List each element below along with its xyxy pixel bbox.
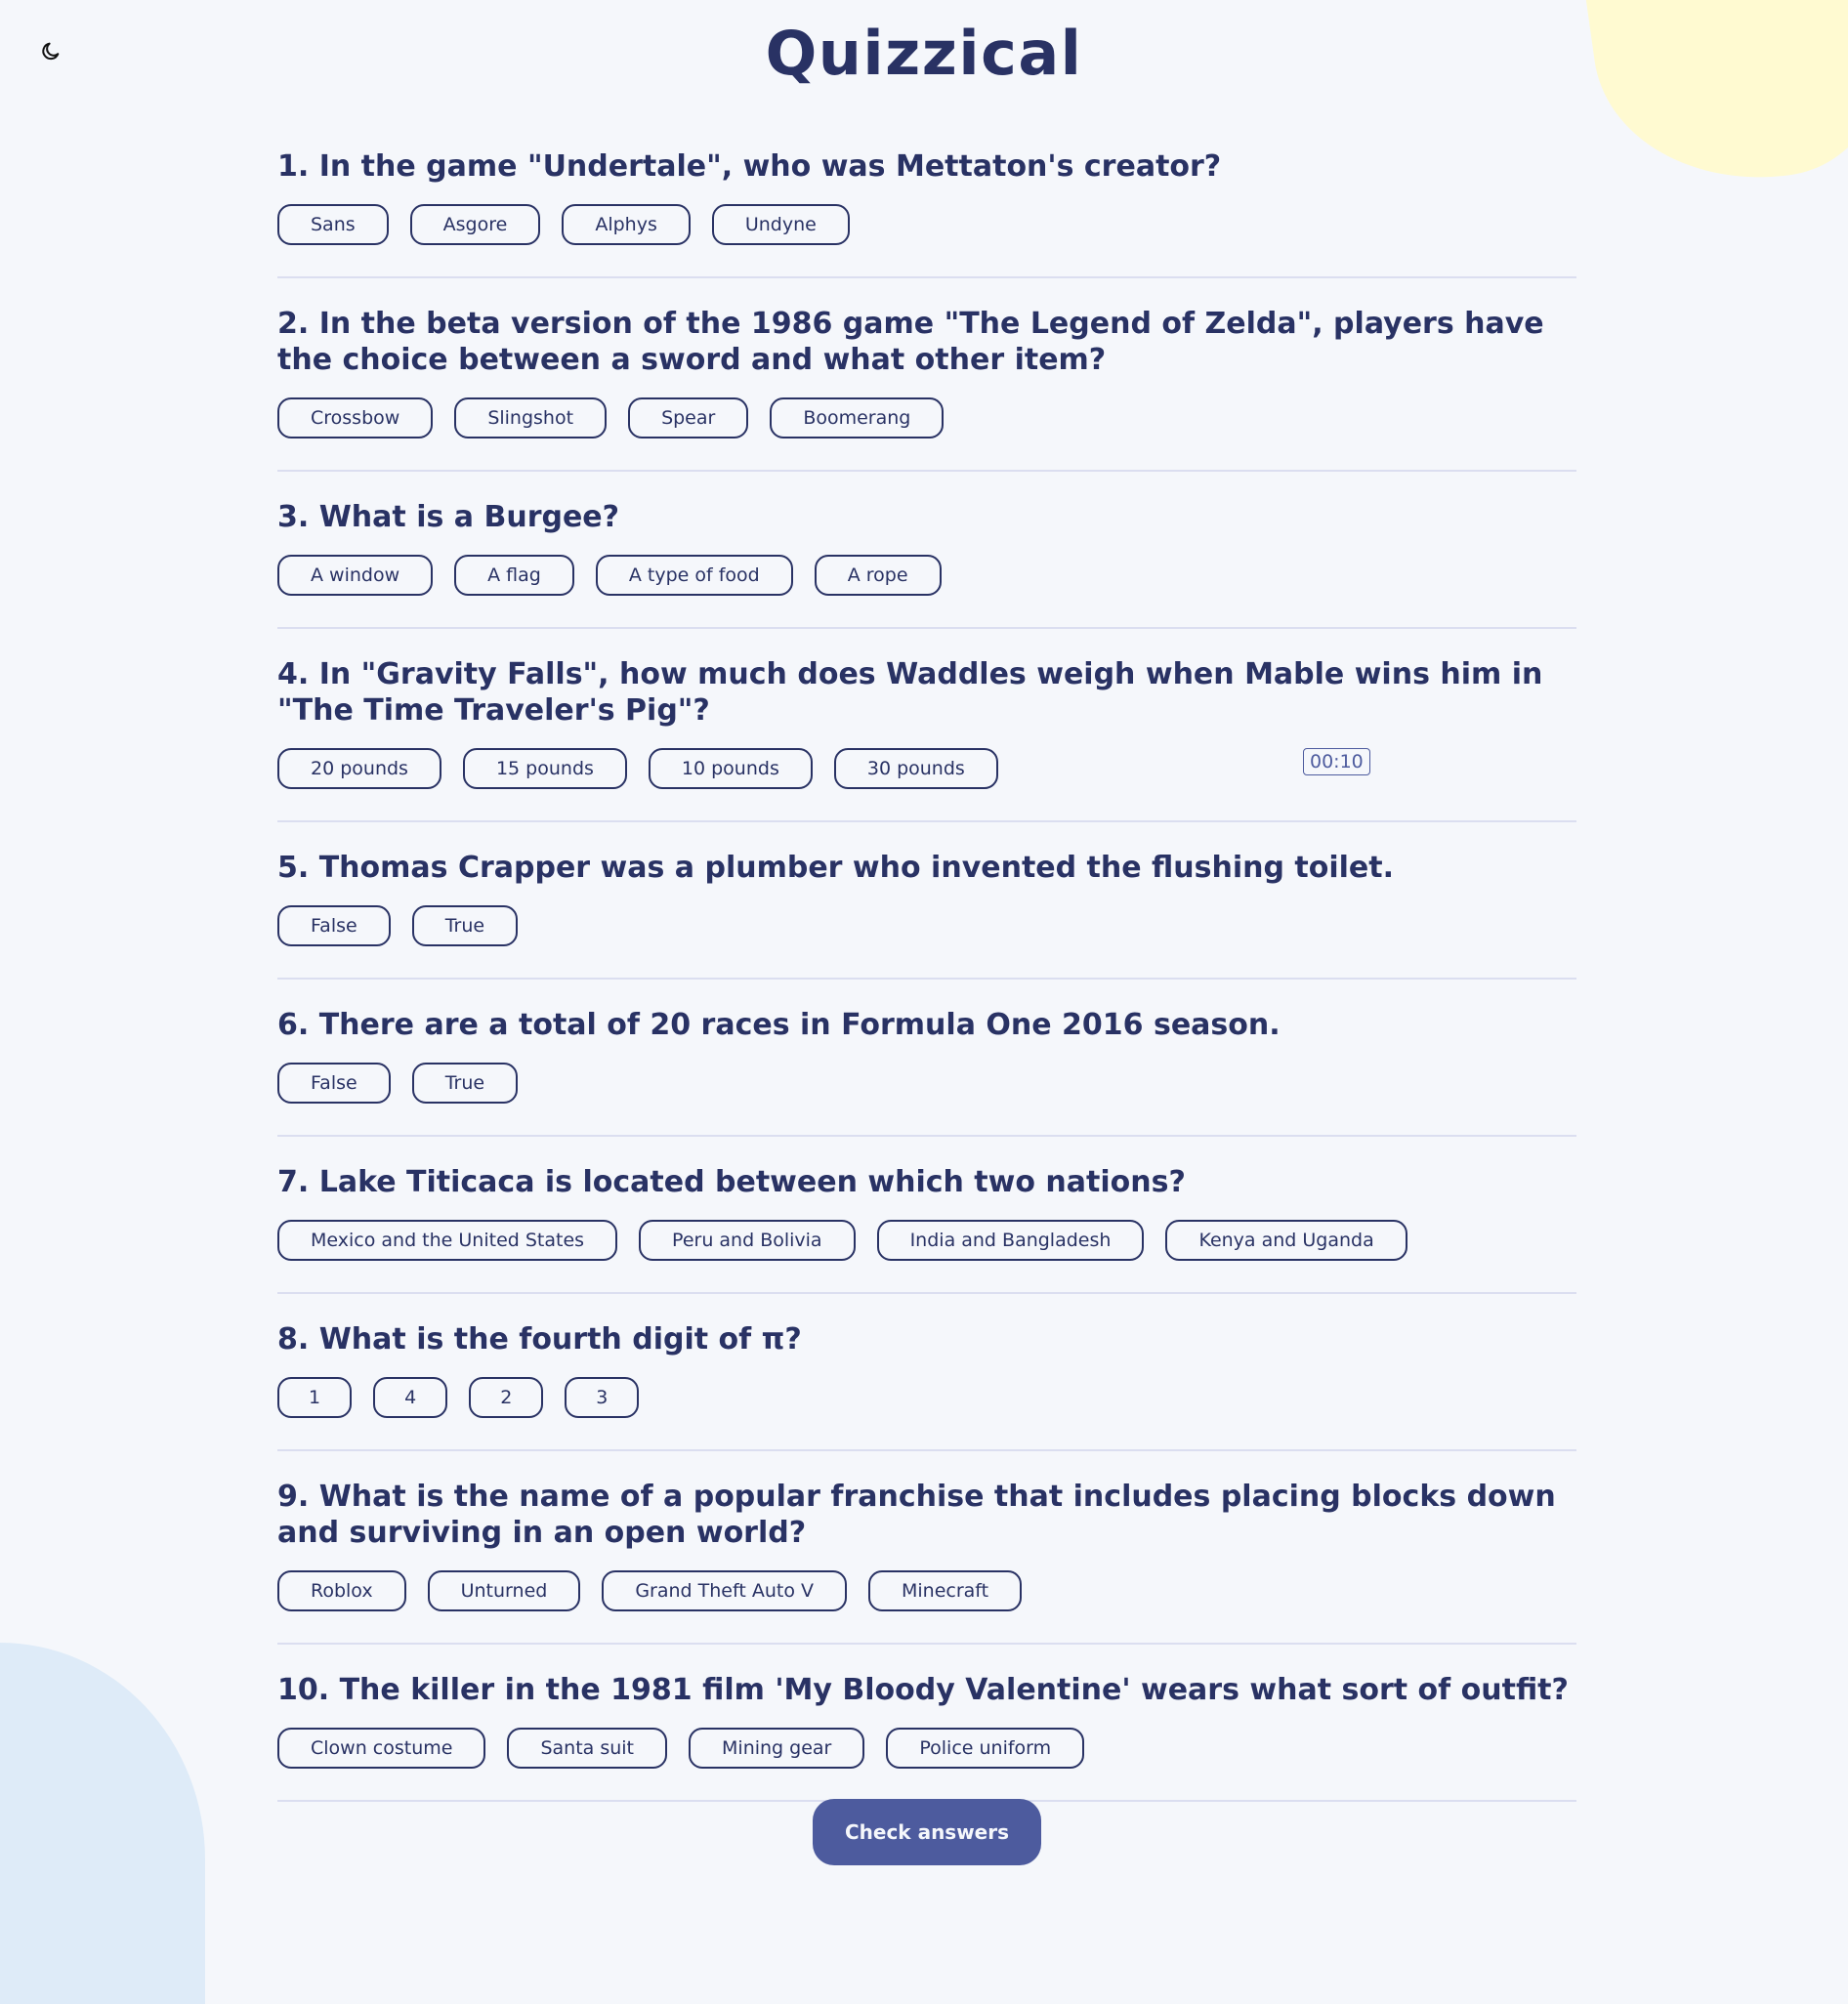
answer-button[interactable]: A window (277, 555, 434, 596)
question-item: 5. Thomas Crapper was a plumber who inve… (277, 850, 1576, 980)
question-item: 1. In the game "Undertale", who was Mett… (277, 148, 1576, 278)
check-answers-button[interactable]: Check answers (813, 1799, 1041, 1865)
answer-button[interactable]: 20 pounds (277, 748, 441, 789)
answer-button[interactable]: Spear (628, 397, 749, 438)
answer-button[interactable]: Undyne (711, 204, 850, 245)
answer-group: 1 4 2 3 (277, 1377, 1576, 1418)
question-item: 9. What is the name of a popular franchi… (277, 1479, 1576, 1645)
answer-button[interactable]: Alphys (562, 204, 691, 245)
question-text: 1. In the game "Undertale", who was Mett… (277, 149, 1222, 184)
answer-group: Clown costume Santa suit Mining gear Pol… (277, 1728, 1576, 1769)
answer-button[interactable]: 1 (277, 1377, 353, 1418)
answer-group: False True (277, 905, 1576, 946)
answer-button[interactable]: False (277, 1063, 391, 1104)
answer-group: Roblox Unturned Grand Theft Auto V Minec… (277, 1570, 1576, 1611)
answer-button[interactable]: Crossbow (277, 397, 434, 438)
countdown-timer: 00:10 (1303, 748, 1370, 775)
question-text: 4. In "Gravity Falls", how much does Wad… (277, 657, 1543, 728)
answer-group: Crossbow Slingshot Spear Boomerang (277, 397, 1576, 438)
answer-button[interactable]: True (411, 1063, 519, 1104)
question-text: 10. The killer in the 1981 film 'My Bloo… (277, 1673, 1569, 1707)
answer-group: Mexico and the United States Peru and Bo… (277, 1220, 1576, 1261)
question-text: 9. What is the name of a popular franchi… (277, 1480, 1556, 1550)
answer-group: Sans Asgore Alphys Undyne (277, 204, 1576, 245)
answer-button[interactable]: False (277, 905, 391, 946)
answer-button[interactable]: Mexico and the United States (277, 1220, 618, 1261)
answer-button[interactable]: True (411, 905, 519, 946)
question-text: 5. Thomas Crapper was a plumber who inve… (277, 851, 1395, 885)
answer-button[interactable]: Boomerang (770, 397, 945, 438)
answer-button[interactable]: Clown costume (277, 1728, 486, 1769)
answer-button[interactable]: Mining gear (689, 1728, 865, 1769)
page-title: Quizzical (765, 18, 1083, 89)
question-item: 10. The killer in the 1981 film 'My Bloo… (277, 1672, 1576, 1802)
answer-button[interactable]: 2 (469, 1377, 544, 1418)
answer-button[interactable]: Kenya and Uganda (1165, 1220, 1407, 1261)
question-item: 3. What is a Burgee? A window A flag A t… (277, 499, 1576, 629)
question-item: 8. What is the fourth digit of π? 1 4 2 … (277, 1321, 1576, 1451)
answer-button[interactable]: Asgore (409, 204, 541, 245)
answer-button[interactable]: 15 pounds (462, 748, 627, 789)
answer-button[interactable]: Sans (277, 204, 389, 245)
answer-button[interactable]: Slingshot (454, 397, 608, 438)
question-text: 2. In the beta version of the 1986 game … (277, 307, 1544, 377)
answer-button[interactable]: India and Bangladesh (876, 1220, 1145, 1261)
answer-button[interactable]: A type of food (595, 555, 793, 596)
answer-button[interactable]: 30 pounds (833, 748, 998, 789)
answer-button[interactable]: Peru and Bolivia (639, 1220, 856, 1261)
answer-group: A window A flag A type of food A rope (277, 555, 1576, 596)
answer-button[interactable]: Unturned (427, 1570, 581, 1611)
decorative-blob-bottom (0, 1643, 205, 2004)
question-item: 7. Lake Titicaca is located between whic… (277, 1164, 1576, 1294)
answer-button[interactable]: 3 (565, 1377, 640, 1418)
answer-group: False True (277, 1063, 1576, 1104)
answer-button[interactable]: 10 pounds (648, 748, 813, 789)
question-text: 6. There are a total of 20 races in Form… (277, 1008, 1281, 1042)
question-item: 4. In "Gravity Falls", how much does Wad… (277, 656, 1576, 822)
question-text: 3. What is a Burgee? (277, 500, 620, 534)
answer-button[interactable]: Police uniform (886, 1728, 1085, 1769)
answer-button[interactable]: Minecraft (867, 1570, 1023, 1611)
answer-button[interactable]: Grand Theft Auto V (602, 1570, 847, 1611)
answer-group: 20 pounds 15 pounds 10 pounds 30 pounds … (277, 748, 1576, 789)
quiz-list: 1. In the game "Undertale", who was Mett… (277, 148, 1576, 1829)
answer-button[interactable]: Roblox (277, 1570, 406, 1611)
question-item: 6. There are a total of 20 races in Form… (277, 1007, 1576, 1137)
answer-button[interactable]: A flag (454, 555, 574, 596)
answer-button[interactable]: A rope (814, 555, 942, 596)
answer-button[interactable]: 4 (373, 1377, 448, 1418)
question-text: 8. What is the fourth digit of π? (277, 1322, 802, 1357)
answer-button[interactable]: Santa suit (507, 1728, 668, 1769)
question-text: 7. Lake Titicaca is located between whic… (277, 1165, 1186, 1199)
question-item: 2. In the beta version of the 1986 game … (277, 306, 1576, 472)
